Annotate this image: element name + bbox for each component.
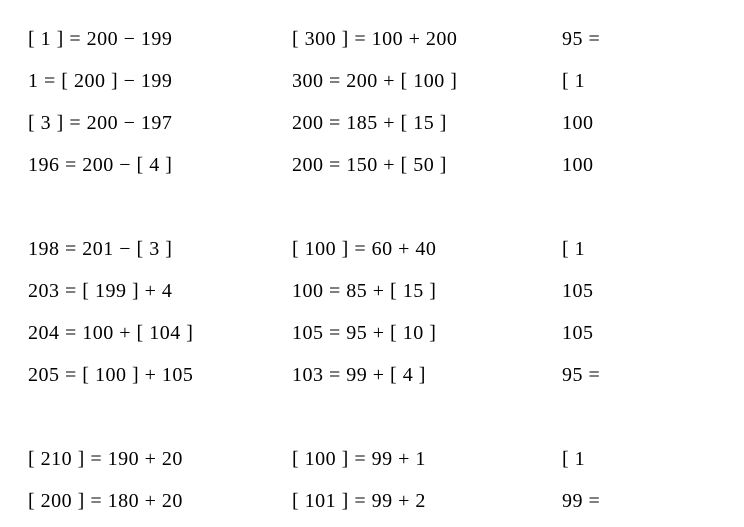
group-gap	[292, 396, 562, 438]
equation-cell: 105	[562, 312, 744, 354]
equation-cell: [ 3 ] = 200 − 197	[28, 102, 292, 144]
group-gap	[292, 186, 562, 228]
equation-cell: 100	[562, 144, 744, 186]
equation-cell: 203 = [ 199 ] + 4	[28, 270, 292, 312]
column-3: 95 = [ 1 100 100 [ 1 105 105 95 = [ 1 99…	[562, 18, 744, 522]
equation-cell: 105	[562, 270, 744, 312]
equation-cell: 103 = 99 + [ 4 ]	[292, 354, 562, 396]
equation-cell: [ 1 ] = 200 − 199	[28, 18, 292, 60]
equation-grid: [ 1 ] = 200 − 199 1 = [ 200 ] − 199 [ 3 …	[28, 18, 744, 522]
equation-cell: [ 1	[562, 228, 744, 270]
equation-cell: 95 =	[562, 354, 744, 396]
equation-cell: 95 =	[562, 18, 744, 60]
equation-cell: 198 = 201 − [ 3 ]	[28, 228, 292, 270]
equation-cell: [ 200 ] = 180 + 20	[28, 480, 292, 522]
group-gap	[28, 186, 292, 228]
equation-cell: [ 100 ] = 99 + 1	[292, 438, 562, 480]
equation-cell: 300 = 200 + [ 100 ]	[292, 60, 562, 102]
equation-cell: [ 1	[562, 438, 744, 480]
equation-cell: 200 = 150 + [ 50 ]	[292, 144, 562, 186]
equation-cell: 205 = [ 100 ] + 105	[28, 354, 292, 396]
equation-cell: 105 = 95 + [ 10 ]	[292, 312, 562, 354]
equation-cell: 99 =	[562, 480, 744, 522]
equation-cell: [ 1	[562, 60, 744, 102]
column-2: [ 300 ] = 100 + 200 300 = 200 + [ 100 ] …	[292, 18, 562, 522]
equation-cell: 204 = 100 + [ 104 ]	[28, 312, 292, 354]
equation-cell: [ 100 ] = 60 + 40	[292, 228, 562, 270]
column-1: [ 1 ] = 200 − 199 1 = [ 200 ] − 199 [ 3 …	[28, 18, 292, 522]
group-gap	[28, 396, 292, 438]
group-gap	[562, 396, 744, 438]
equation-cell: 200 = 185 + [ 15 ]	[292, 102, 562, 144]
equation-cell: [ 300 ] = 100 + 200	[292, 18, 562, 60]
equation-cell: 196 = 200 − [ 4 ]	[28, 144, 292, 186]
group-gap	[562, 186, 744, 228]
equation-cell: 100	[562, 102, 744, 144]
equation-cell: 100 = 85 + [ 15 ]	[292, 270, 562, 312]
equation-cell: [ 210 ] = 190 + 20	[28, 438, 292, 480]
equation-cell: [ 101 ] = 99 + 2	[292, 480, 562, 522]
equation-cell: 1 = [ 200 ] − 199	[28, 60, 292, 102]
